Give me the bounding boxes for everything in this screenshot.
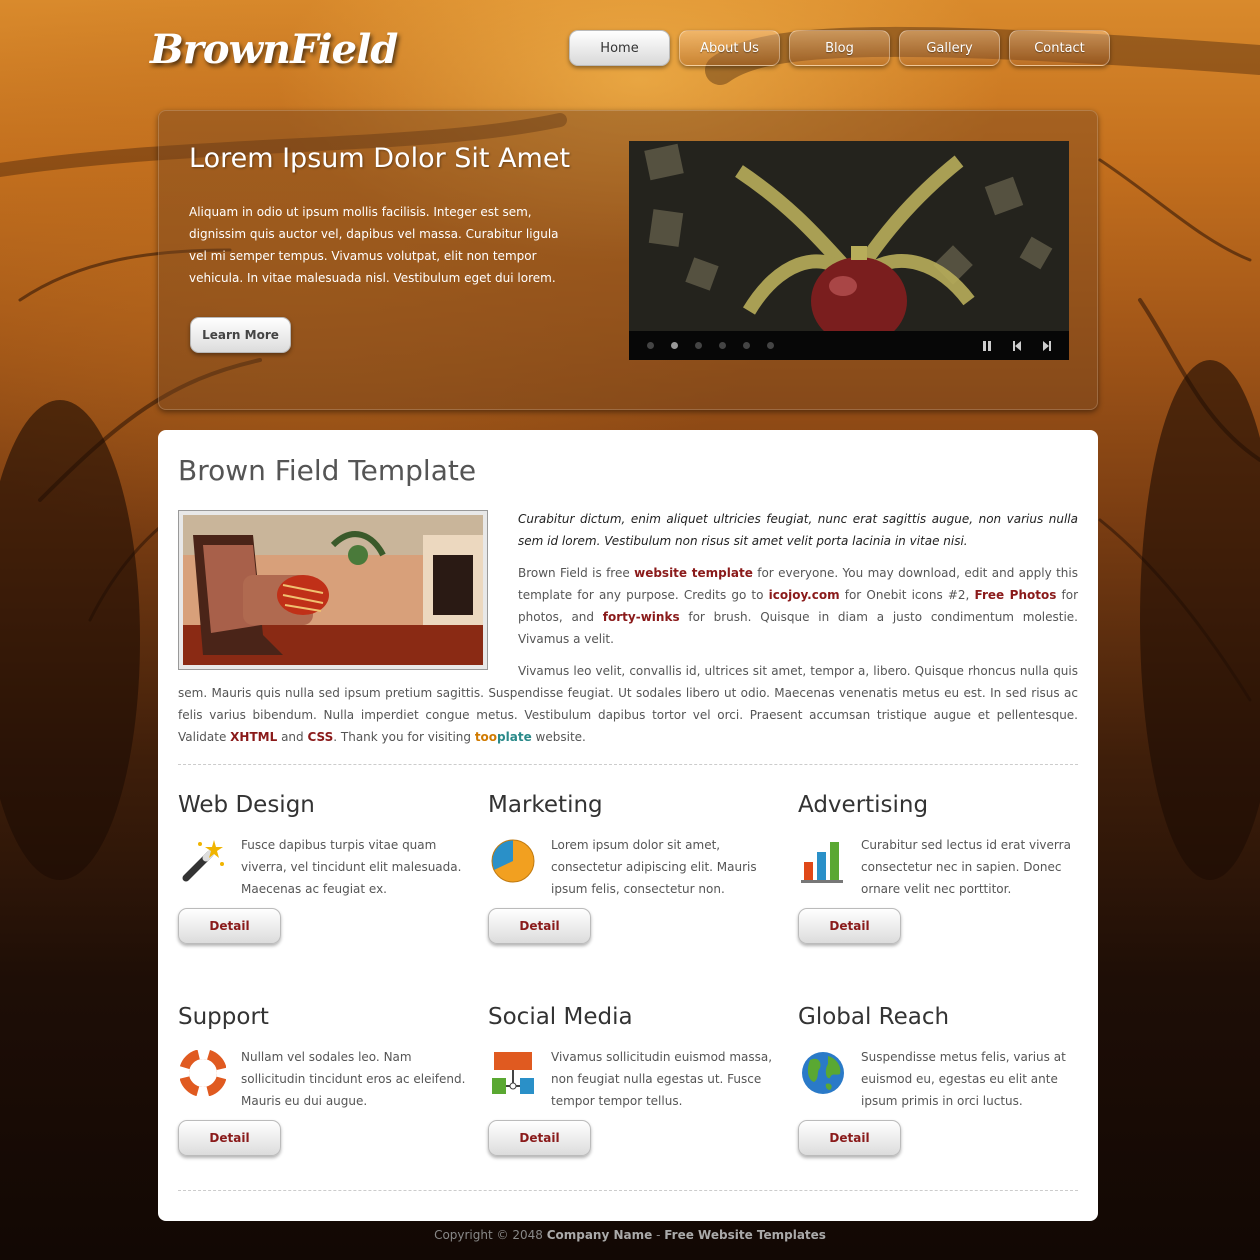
site-logo[interactable]: BrownField: [150, 26, 398, 73]
website-template-link[interactable]: website template: [634, 566, 753, 580]
globe-icon: [802, 1052, 844, 1094]
footer: Copyright © 2048 Company Name - Free Web…: [0, 1228, 1260, 1258]
next-icon[interactable]: [1039, 339, 1055, 353]
intro-paragraph-body: Vivamus leo velit, convallis id, ultrice…: [178, 664, 1078, 744]
detail-button[interactable]: Detail: [798, 1120, 901, 1156]
service-title: Social Media: [488, 1004, 633, 1030]
service-text: Nullam vel sodales leo. Nam sollicitudin…: [241, 1050, 466, 1108]
service-global-reach: Global Reach Suspendisse metus felis, va…: [798, 1004, 1088, 1156]
service-text: Curabitur sed lectus id erat viverra con…: [861, 838, 1071, 896]
detail-button[interactable]: Detail: [488, 1120, 591, 1156]
service-marketing: Marketing Lorem ipsum dolor sit amet, co…: [488, 792, 778, 944]
css-link[interactable]: CSS: [307, 730, 333, 744]
lifebuoy-icon: [180, 1050, 226, 1096]
nav-about-us[interactable]: About Us: [679, 30, 780, 66]
network-icon: [492, 1052, 534, 1094]
slider-dot[interactable]: [695, 342, 702, 349]
service-title: Marketing: [488, 792, 603, 818]
hero-text: Aliquam in odio ut ipsum mollis facilisi…: [189, 205, 559, 285]
pie-chart-icon: [491, 839, 535, 883]
service-social-media: Social Media Vivamus sollicitudin euismo…: [488, 1004, 778, 1156]
slider-dot[interactable]: [743, 342, 750, 349]
service-text: Lorem ipsum dolor sit amet, consectetur …: [551, 838, 757, 896]
detail-button[interactable]: Detail: [488, 908, 591, 944]
service-advertising: Advertising Curabitur sed lectus id erat…: [798, 792, 1088, 944]
main-nav: Home About Us Blog Gallery Contact: [569, 30, 1110, 66]
service-title: Advertising: [798, 792, 929, 818]
nav-contact[interactable]: Contact: [1009, 30, 1110, 66]
copyright-text: Copyright © 2048: [434, 1228, 547, 1242]
service-text: Vivamus sollicitudin euismod massa, non …: [551, 1050, 773, 1108]
slider-dot-active[interactable]: [671, 342, 678, 349]
detail-button[interactable]: Detail: [798, 908, 901, 944]
intro-text: Curabitur dictum, enim aliquet ultricies…: [178, 508, 1078, 758]
free-photos-link[interactable]: Free Photos: [975, 588, 1057, 602]
tooplate-link[interactable]: tooplate: [475, 730, 532, 744]
service-web-design: Web Design Fusce dapibus turpis vitae qu…: [178, 792, 468, 944]
page-title: Brown Field Template: [178, 454, 477, 487]
main-content: Brown Field Template Curabitur dictum, e…: [158, 430, 1098, 1221]
divider: [178, 764, 1078, 765]
divider: [178, 1190, 1078, 1191]
icojoy-link[interactable]: icojoy.com: [769, 588, 840, 602]
hero-title: Lorem Ipsum Dolor Sit Amet: [189, 143, 571, 174]
nav-gallery[interactable]: Gallery: [899, 30, 1000, 66]
slider-dot[interactable]: [767, 342, 774, 349]
nav-blog[interactable]: Blog: [789, 30, 890, 66]
previous-icon[interactable]: [1009, 339, 1025, 353]
nav-home[interactable]: Home: [569, 30, 670, 66]
service-title: Global Reach: [798, 1004, 950, 1030]
slider-controls: [629, 331, 1069, 360]
slide-image: [629, 141, 1069, 331]
detail-button[interactable]: Detail: [178, 1120, 281, 1156]
company-name-link[interactable]: Company Name: [547, 1228, 653, 1242]
footer-separator: -: [652, 1228, 665, 1242]
free-website-templates-link[interactable]: Free Website Templates: [664, 1228, 826, 1242]
bar-chart-icon: [801, 842, 843, 883]
image-slider[interactable]: [629, 141, 1069, 360]
service-support: Support Nullam vel sodales leo. Nam soll…: [178, 1004, 468, 1156]
slider-dot[interactable]: [719, 342, 726, 349]
forty-winks-link[interactable]: forty-winks: [603, 610, 680, 624]
pause-icon[interactable]: [979, 339, 995, 353]
service-text: Suspendisse metus felis, varius at euism…: [861, 1050, 1066, 1108]
learn-more-button[interactable]: Learn More: [190, 317, 291, 353]
slider-dot[interactable]: [647, 342, 654, 349]
hero-panel: Lorem Ipsum Dolor Sit Amet Aliquam in od…: [158, 110, 1098, 410]
service-title: Web Design: [178, 792, 315, 818]
service-title: Support: [178, 1004, 269, 1030]
xhtml-link[interactable]: XHTML: [230, 730, 277, 744]
magic-wand-icon: [182, 840, 224, 882]
detail-button[interactable]: Detail: [178, 908, 281, 944]
service-text: Fusce dapibus turpis vitae quam viverra,…: [241, 838, 462, 896]
